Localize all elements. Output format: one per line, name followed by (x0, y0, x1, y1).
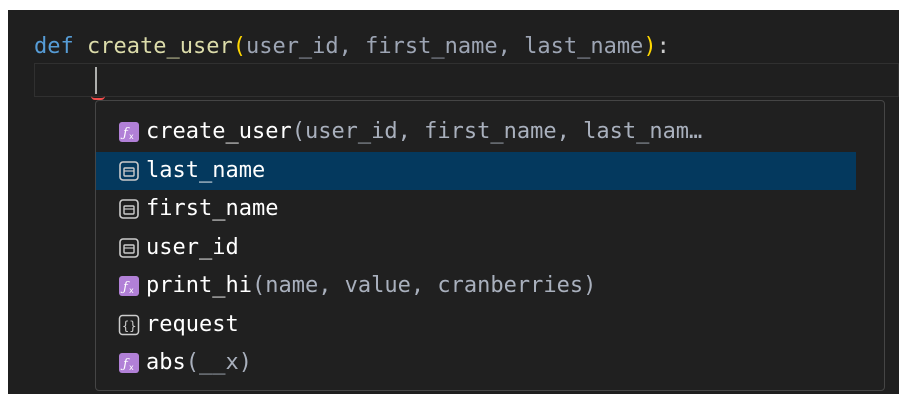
close-paren: ) (643, 34, 657, 59)
suggestion-name: create_user (146, 119, 292, 144)
code-line-1[interactable]: def create_user(user_id, first_name, las… (34, 30, 670, 64)
parameter-list: user_id, first_name, last_name (245, 34, 644, 59)
code-line-2-current[interactable] (34, 63, 899, 100)
suggestion-item[interactable]: last_name (96, 151, 856, 190)
suggestion-name: abs (146, 350, 186, 375)
svg-text:x: x (129, 286, 134, 295)
svg-text:x: x (129, 363, 134, 372)
function-icon: ƒx (118, 121, 140, 143)
variable-icon (118, 237, 140, 259)
suggestion-item[interactable]: ƒ x create_user (user_id, first_name, last_… (96, 113, 884, 151)
suggestion-name: print_hi (146, 273, 252, 298)
code-editor[interactable]: def create_user(user_id, first_name, las… (8, 10, 899, 394)
module-icon: {} (118, 314, 140, 336)
svg-text:{}: {} (122, 319, 136, 333)
def-keyword: def (34, 34, 74, 59)
variable-icon (118, 198, 140, 220)
suggestion-item[interactable]: user_id (96, 229, 884, 267)
svg-text:x: x (129, 132, 134, 141)
function-icon: ƒx (118, 275, 140, 297)
function-name: create_user (87, 34, 233, 59)
text-cursor (95, 67, 97, 94)
suggestion-item[interactable]: ƒ x abs (__x) (96, 344, 884, 382)
open-paren: ( (232, 34, 246, 59)
suggestion-item[interactable]: ƒ x print_hi (name, value, cranberries) (96, 267, 884, 305)
suggestion-name: user_id (146, 234, 239, 260)
suggestion-name: request (146, 311, 239, 337)
suggestion-name: last_name (146, 157, 266, 183)
colon: : (656, 34, 670, 59)
suggestion-widget[interactable]: ƒ x create_user (user_id, first_name, last_… (95, 100, 885, 391)
function-icon: ƒx (118, 352, 140, 374)
variable-icon (118, 160, 140, 182)
suggestion-signature: (__x) (185, 350, 252, 375)
suggestion-signature: (user_id, first_name, last_nam… (291, 119, 703, 144)
suggestion-signature: (name, value, cranberries) (251, 273, 597, 298)
suggestion-name: first_name (146, 196, 279, 221)
suggestion-item[interactable]: {} request (96, 306, 884, 344)
suggestion-item[interactable]: first_name (96, 190, 884, 228)
